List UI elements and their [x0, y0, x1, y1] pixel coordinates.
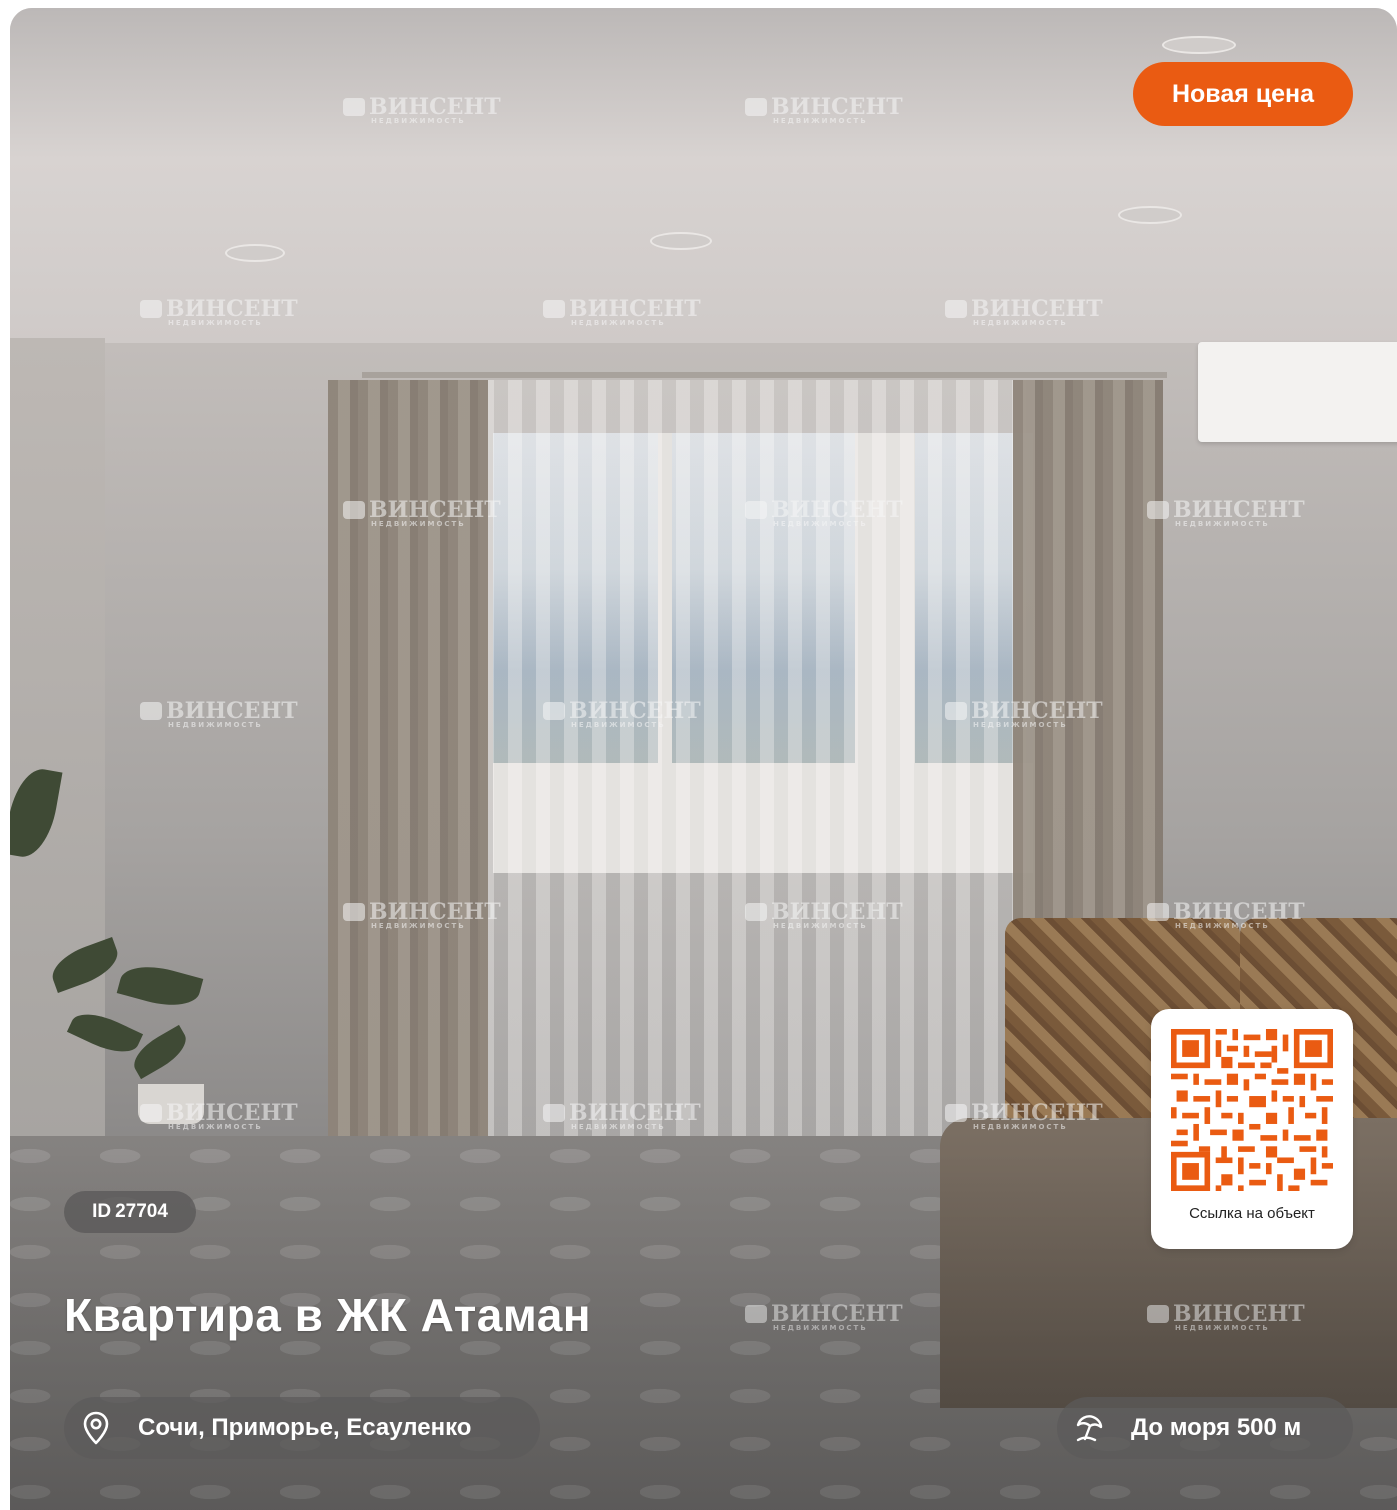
- photo-watermark: ВИНСЕНТНЕДВИЖИМОСТЬ: [343, 899, 501, 930]
- photo-ceiling-lamp: [650, 232, 712, 250]
- photo-watermark: ВИНСЕНТНЕДВИЖИМОСТЬ: [140, 296, 298, 327]
- photo-curtain-rod: [362, 372, 1167, 378]
- photo-air-conditioner: [1198, 342, 1397, 442]
- photo-watermark: ВИНСЕНТНЕДВИЖИМОСТЬ: [745, 497, 903, 528]
- photo-watermark: ВИНСЕНТНЕДВИЖИМОСТЬ: [745, 94, 903, 125]
- photo-watermark: ВИНСЕНТНЕДВИЖИМОСТЬ: [945, 698, 1103, 729]
- listing-id-prefix: ID: [92, 1201, 112, 1222]
- listing-title[interactable]: Квартира в ЖК Атаман: [64, 1288, 591, 1342]
- listing-id-chip: ID 27704: [64, 1191, 196, 1233]
- photo-watermark: ВИНСЕНТНЕДВИЖИМОСТЬ: [945, 1100, 1103, 1131]
- photo-watermark: ВИНСЕНТНЕДВИЖИМОСТЬ: [1147, 899, 1305, 930]
- new-price-badge-label: Новая цена: [1171, 79, 1315, 108]
- photo-watermark: ВИНСЕНТНЕДВИЖИМОСТЬ: [343, 497, 501, 528]
- photo-watermark: ВИНСЕНТНЕДВИЖИМОСТЬ: [1147, 497, 1305, 528]
- photo-watermark: ВИНСЕНТНЕДВИЖИМОСТЬ: [543, 296, 701, 327]
- beach-umbrella-icon: [1057, 1413, 1123, 1443]
- sea-distance-text: До моря 500 м: [1131, 1414, 1302, 1441]
- new-price-badge: Новая цена: [1133, 62, 1353, 126]
- photo-watermark: ВИНСЕНТНЕДВИЖИМОСТЬ: [543, 698, 701, 729]
- photo-ceiling-lamp: [1118, 206, 1182, 224]
- sea-distance-pill: До моря 500 м: [1057, 1397, 1353, 1459]
- listing-id-value: 27704: [115, 1201, 168, 1222]
- photo-ceiling-lamp: [225, 244, 285, 262]
- photo-ceiling: [10, 8, 1397, 343]
- photo-watermark: ВИНСЕНТНЕДВИЖИМОСТЬ: [745, 899, 903, 930]
- photo-ceiling-lamp: [1162, 36, 1236, 54]
- photo-watermark: ВИНСЕНТНЕДВИЖИМОСТЬ: [343, 94, 501, 125]
- photo-watermark: ВИНСЕНТНЕДВИЖИМОСТЬ: [140, 1100, 298, 1131]
- address-text: Сочи, Приморье, Есауленко: [138, 1414, 472, 1441]
- photo-plant-leaf: [116, 958, 204, 1014]
- listing-card[interactable]: ВИНСЕНТ НЕДВИЖИМОСТЬ ВИНСЕНТ НЕДВИЖИМОСТЬ …: [10, 8, 1397, 1510]
- map-pin-icon: [64, 1411, 128, 1445]
- qr-code-icon[interactable]: [1171, 1029, 1333, 1191]
- photo-watermark: ВИНСЕНТНЕДВИЖИМОСТЬ: [543, 1100, 701, 1131]
- listing-photo: ВИНСЕНТ НЕДВИЖИМОСТЬ ВИНСЕНТ НЕДВИЖИМОСТЬ …: [10, 8, 1397, 1510]
- qr-code-caption: Ссылка на объект: [1189, 1205, 1315, 1222]
- photo-watermark: ВИНСЕНТНЕДВИЖИМОСТЬ: [945, 296, 1103, 327]
- photo-sheer-curtain: [480, 380, 1040, 1140]
- photo-curtain-left: [328, 380, 488, 1140]
- qr-code-card[interactable]: Ссылка на объект: [1151, 1009, 1353, 1249]
- photo-watermark: ВИНСЕНТНЕДВИЖИМОСТЬ: [140, 698, 298, 729]
- address-pill: Сочи, Приморье, Есауленко: [64, 1397, 540, 1459]
